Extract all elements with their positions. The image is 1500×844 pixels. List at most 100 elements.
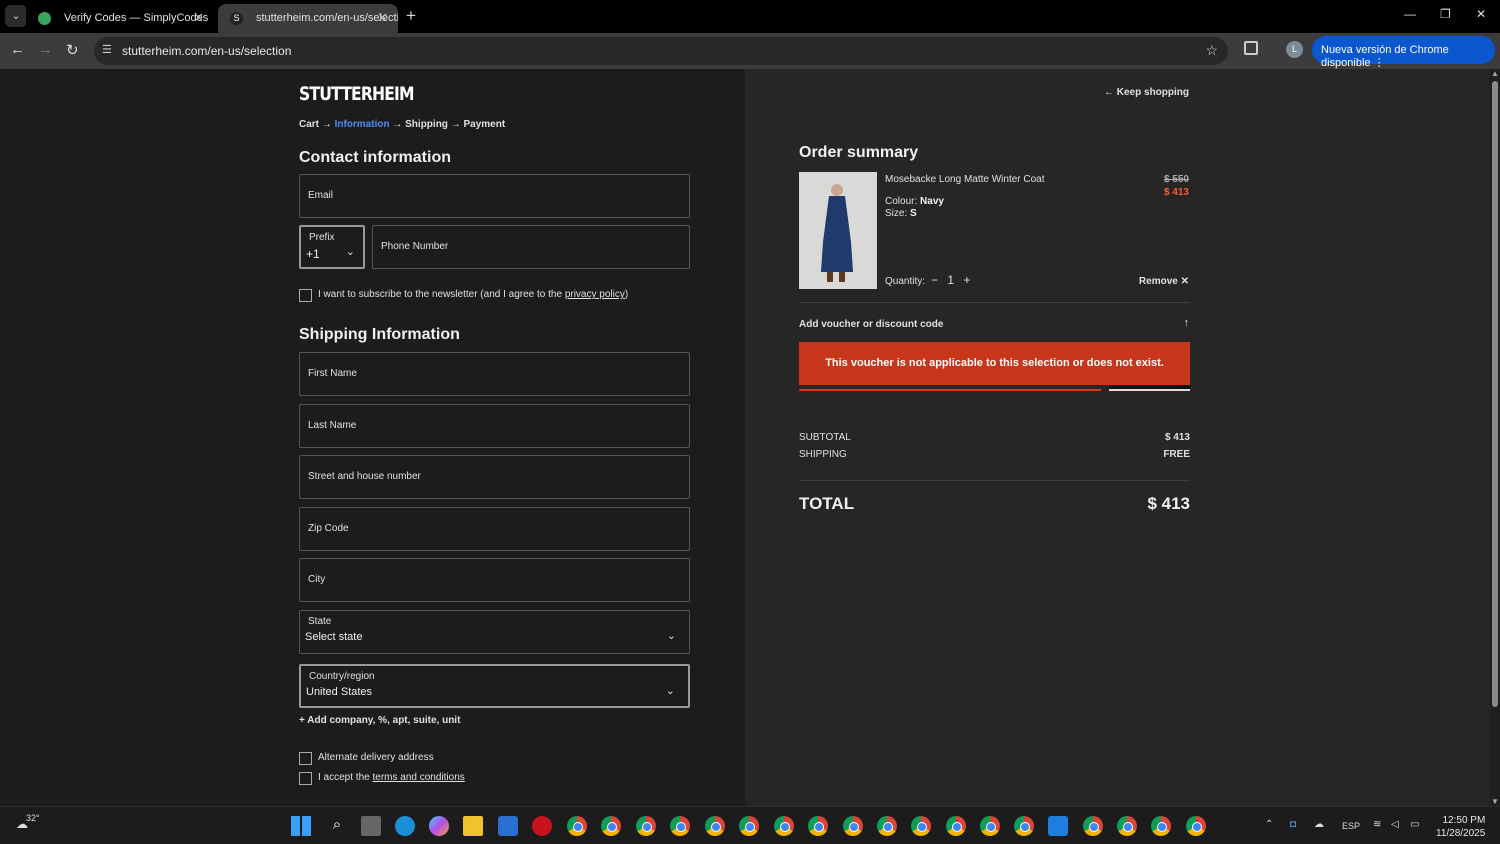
scroll-up-icon[interactable]: ▲ (1491, 69, 1499, 78)
contact-heading: Contact information (299, 149, 451, 166)
alternate-delivery-checkbox[interactable] (299, 752, 312, 765)
chrome-icon[interactable] (808, 816, 828, 836)
prefix-select[interactable]: Prefix +1 ⌄ (299, 225, 365, 269)
arrow-up-icon[interactable]: ↑ (1184, 317, 1190, 329)
scroll-down-icon[interactable]: ▼ (1491, 797, 1499, 806)
search-icon[interactable]: ⌕ (327, 816, 347, 836)
add-company-link[interactable]: + Add company, %, apt, suite, unit (299, 715, 460, 726)
chrome-icon[interactable] (1014, 816, 1034, 836)
edge-icon[interactable] (395, 816, 415, 836)
quantity-stepper: − 1 + (931, 273, 970, 287)
subtotal-row: SUBTOTAL $ 413 (799, 432, 1190, 443)
chrome-update-button[interactable]: Nueva versión de Chrome disponible ⋮ (1312, 36, 1495, 69)
prefix-label: Prefix (309, 232, 335, 243)
scrollbar-thumb[interactable] (1492, 81, 1498, 707)
wifi-icon[interactable]: ≋ (1373, 819, 1381, 830)
first-name-field[interactable]: First Name (299, 352, 690, 396)
copilot-icon[interactable] (429, 816, 449, 836)
chrome-icon[interactable] (843, 816, 863, 836)
chevron-down-icon: ⌄ (345, 246, 355, 258)
page-scrollbar[interactable]: ▲ ▼ (1490, 69, 1500, 806)
remove-item-button[interactable]: Remove ✕ (1139, 276, 1189, 287)
task-view-icon[interactable] (361, 816, 381, 836)
back-icon[interactable]: ← (10, 41, 25, 58)
clock[interactable]: 12:50 PM 11/28/2025 (1436, 814, 1485, 840)
chrome-icon[interactable] (980, 816, 1000, 836)
chrome-icon[interactable] (601, 816, 621, 836)
onedrive-icon[interactable]: ☁ (1314, 819, 1324, 830)
email-field[interactable]: Email (299, 174, 690, 218)
terms-checkbox[interactable] (299, 772, 312, 785)
file-explorer-icon[interactable] (463, 816, 483, 836)
quantity-value: 1 (947, 273, 955, 287)
battery-icon[interactable]: ▭ (1410, 819, 1419, 830)
chrome-icon[interactable] (774, 816, 794, 836)
forward-icon[interactable]: → (38, 41, 53, 58)
reload-icon[interactable]: ↻ (66, 41, 79, 59)
address-bar[interactable]: ☰ stutterheim.com/en-us/selection ☆ (94, 37, 1228, 65)
country-value: United States (306, 686, 373, 698)
chrome-icon[interactable] (1186, 816, 1206, 836)
tab-simplycodes[interactable]: Verify Codes — SimplyCodes ✕ (26, 4, 214, 33)
divider (799, 480, 1190, 481)
country-select[interactable]: Country/region United States ⌄ (299, 664, 690, 708)
chrome-icon[interactable] (705, 816, 725, 836)
chrome-icon[interactable] (1083, 816, 1103, 836)
chrome-icon[interactable] (636, 816, 656, 836)
close-tab-icon[interactable]: ✕ (377, 10, 388, 26)
quantity-plus-button[interactable]: + (963, 273, 970, 287)
app-icon[interactable] (1048, 816, 1068, 836)
volume-icon[interactable]: ◁ (1391, 819, 1399, 830)
product-image[interactable] (799, 172, 877, 289)
new-tab-icon[interactable]: + (406, 6, 416, 26)
product-size: Size: S (885, 208, 917, 219)
terms-link[interactable]: terms and conditions (372, 772, 464, 783)
city-field[interactable]: City (299, 558, 690, 602)
chrome-icon[interactable] (877, 816, 897, 836)
voucher-toggle-label[interactable]: Add voucher or discount code (799, 319, 943, 330)
last-name-field[interactable]: Last Name (299, 404, 690, 448)
close-window-icon[interactable]: ✕ (1476, 7, 1486, 21)
zip-field[interactable]: Zip Code (299, 507, 690, 551)
site-info-icon[interactable]: ☰ (102, 43, 112, 56)
newsletter-checkbox[interactable] (299, 289, 312, 302)
city-placeholder: City (308, 574, 326, 585)
tab-search-button[interactable]: ⌄ (5, 5, 27, 27)
profile-avatar[interactable]: L (1286, 41, 1303, 58)
phone-field[interactable]: Phone Number (372, 225, 690, 269)
chrome-icon[interactable] (911, 816, 931, 836)
street-placeholder: Street and house number (308, 471, 421, 482)
street-field[interactable]: Street and house number (299, 455, 690, 499)
chrome-icon[interactable] (670, 816, 690, 836)
close-tab-icon[interactable]: ✕ (193, 10, 204, 26)
keep-shopping-link[interactable]: ← Keep shopping (1104, 87, 1189, 98)
product-name[interactable]: Mosebacke Long Matte Winter Coat (885, 174, 1045, 185)
language-indicator[interactable]: ESP (1342, 821, 1360, 831)
quantity-minus-button[interactable]: − (931, 273, 938, 287)
chrome-icon[interactable] (739, 816, 759, 836)
breadcrumb-cart[interactable]: Cart (299, 119, 319, 130)
privacy-policy-link[interactable]: privacy policy (565, 289, 625, 300)
breadcrumb-information[interactable]: Information (335, 119, 390, 130)
minimize-icon[interactable]: — (1404, 7, 1416, 21)
bookmark-star-icon[interactable]: ☆ (1205, 42, 1218, 59)
breadcrumb-payment[interactable]: Payment (463, 119, 505, 130)
defender-icon[interactable]: ◘ (1290, 819, 1296, 830)
breadcrumb-shipping[interactable]: Shipping (405, 119, 448, 130)
chevron-up-icon[interactable]: ⌃ (1265, 819, 1273, 830)
app-icon[interactable] (532, 816, 552, 836)
chrome-icon[interactable] (1117, 816, 1137, 836)
newsletter-label: I want to subscribe to the newsletter (a… (318, 289, 629, 300)
simplycodes-favicon-icon (38, 12, 51, 25)
first-name-placeholder: First Name (308, 368, 357, 379)
restore-icon[interactable]: ❐ (1440, 7, 1451, 21)
microsoft-store-icon[interactable] (498, 816, 518, 836)
start-menu-icon[interactable] (291, 816, 311, 836)
chrome-icon[interactable] (567, 816, 587, 836)
state-select[interactable]: State Select state ⌄ (299, 610, 690, 654)
tab-stutterheim[interactable]: S stutterheim.com/en-us/selectio ✕ (218, 4, 398, 33)
stutterheim-logo[interactable]: STUTTERHEIM (299, 83, 415, 105)
chrome-icon[interactable] (946, 816, 966, 836)
extensions-icon[interactable] (1244, 41, 1258, 55)
chrome-icon[interactable] (1151, 816, 1171, 836)
